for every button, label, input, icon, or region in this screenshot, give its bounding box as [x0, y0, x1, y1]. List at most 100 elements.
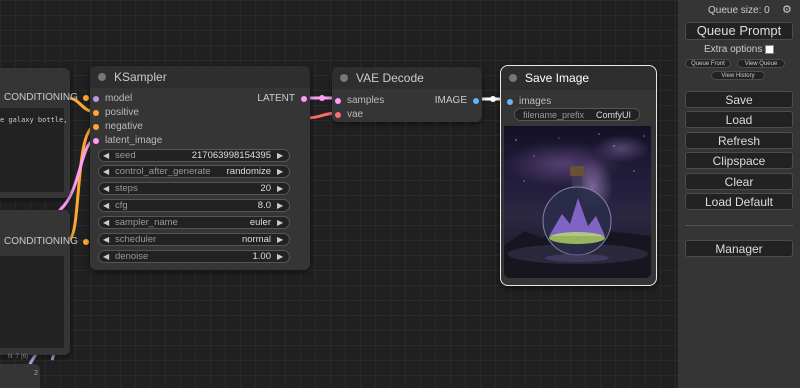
widget-seed[interactable]: ◀ seed 217063998154395 ▶: [98, 149, 290, 162]
ksampler-title: KSampler: [114, 70, 167, 84]
clipspace-button[interactable]: Clipspace: [685, 152, 793, 169]
decrement-arrow-icon[interactable]: ◀: [103, 151, 111, 160]
decrement-arrow-icon[interactable]: ◀: [103, 252, 111, 261]
ksampler-node[interactable]: KSampler model positive negative latent_…: [90, 66, 310, 270]
load-default-button[interactable]: Load Default: [685, 193, 793, 210]
widget-value-sampler: euler: [249, 217, 271, 228]
clip-text-encode-positive-node[interactable]: CONDITIONING e galaxy bottle,: [0, 68, 89, 198]
increment-arrow-icon[interactable]: ▶: [277, 201, 285, 210]
refresh-button[interactable]: Refresh: [685, 132, 793, 149]
settings-gear-icon[interactable]: ⚙: [782, 3, 792, 16]
conditioning-output-label-2: CONDITIONING: [4, 236, 78, 247]
output-label-latent: LATENT: [257, 93, 295, 104]
widget-sampler-name[interactable]: ◀ sampler_name euler ▶: [98, 216, 290, 229]
conditioning-output-slot-2[interactable]: CONDITIONING: [4, 236, 89, 247]
widget-value-seed: 217063998154395: [191, 150, 271, 161]
reroute-dot-image: [490, 96, 496, 102]
input-slot-samples[interactable]: samples: [335, 95, 384, 106]
save-button[interactable]: Save: [685, 91, 793, 108]
queue-side-panel: Queue size: 0 ⚙ Queue Prompt Extra optio…: [678, 0, 800, 388]
input-slot-model[interactable]: model: [93, 93, 132, 104]
view-history-button[interactable]: View History: [711, 71, 765, 80]
input-slot-positive[interactable]: positive: [93, 107, 139, 118]
prompt-textarea[interactable]: e galaxy bottle,: [0, 108, 67, 192]
input-label-model: model: [105, 93, 133, 104]
collapse-dot-icon[interactable]: [340, 74, 348, 82]
save-image-node[interactable]: Save Image images filename_prefix ComfyU…: [500, 65, 657, 286]
output-slot-image[interactable]: IMAGE: [435, 95, 479, 106]
vae-input-dot[interactable]: [335, 111, 341, 118]
widget-value-steps: 20: [260, 183, 271, 194]
decrement-arrow-icon[interactable]: ◀: [103, 218, 111, 227]
latent-output-dot[interactable]: [301, 95, 307, 102]
queue-front-button[interactable]: Queue Front: [685, 59, 731, 68]
filename-prefix-label: filename_prefix: [523, 109, 585, 120]
increment-arrow-icon[interactable]: ▶: [277, 218, 285, 227]
queue-prompt-button[interactable]: Queue Prompt: [685, 22, 793, 40]
clear-button[interactable]: Clear: [685, 173, 793, 190]
extra-options-checkbox[interactable]: [765, 45, 775, 54]
decrement-arrow-icon[interactable]: ◀: [103, 184, 111, 193]
conditioning-output-label: CONDITIONING: [4, 92, 78, 103]
ksampler-title-bar[interactable]: KSampler: [90, 66, 310, 88]
increment-arrow-icon[interactable]: ▶: [277, 235, 285, 244]
conditioning-output-slot[interactable]: CONDITIONING: [4, 92, 89, 103]
vae-decode-title-bar[interactable]: VAE Decode: [332, 67, 482, 89]
prompt-textarea-2[interactable]: [0, 256, 64, 348]
input-slot-latent-image[interactable]: latent_image: [93, 135, 162, 146]
widget-value-scheduler: normal: [241, 234, 271, 245]
decrement-arrow-icon[interactable]: ◀: [103, 201, 111, 210]
node-graph-canvas[interactable]: CONDITIONING e galaxy bottle, CONDITIONI…: [0, 0, 678, 388]
node-bottom-partial[interactable]: 2: [0, 364, 40, 388]
input-label-latent-image: latent_image: [105, 135, 163, 146]
clip-text-encode-negative-node[interactable]: CONDITIONING: [0, 210, 89, 355]
filename-prefix-widget[interactable]: filename_prefix ComfyUI: [514, 108, 640, 121]
widget-control-after-generate[interactable]: ◀ control_after_generate randomize ▶: [98, 165, 290, 178]
vae-decode-node[interactable]: VAE Decode samples vae IMAGE: [332, 67, 482, 122]
view-queue-button[interactable]: View Queue: [737, 59, 785, 68]
bottle-illustration: [504, 133, 651, 278]
node-bottom-number: 2: [34, 370, 38, 377]
widget-scheduler[interactable]: ◀ scheduler normal ▶: [98, 233, 290, 246]
increment-arrow-icon[interactable]: ▶: [277, 167, 285, 176]
panel-divider: [685, 225, 793, 226]
widget-value-cfg: 8.0: [257, 200, 271, 211]
increment-arrow-icon[interactable]: ▶: [277, 184, 285, 193]
reroute-dot-latent: [319, 95, 325, 101]
widget-value-denoise: 1.00: [252, 251, 272, 262]
widget-denoise[interactable]: ◀ denoise 1.00 ▶: [98, 250, 290, 263]
images-input-dot[interactable]: [507, 98, 513, 105]
conditioning-output-dot-2[interactable]: [82, 238, 89, 245]
output-label-image: IMAGE: [434, 95, 467, 106]
input-slot-vae[interactable]: vae: [335, 109, 363, 120]
input-label-images: images: [519, 96, 552, 107]
increment-arrow-icon[interactable]: ▶: [277, 252, 285, 261]
load-button[interactable]: Load: [685, 111, 793, 128]
increment-arrow-icon[interactable]: ▶: [277, 151, 285, 160]
input-label-vae: vae: [347, 109, 364, 120]
latent-image-input-dot[interactable]: [93, 137, 99, 144]
input-slot-images[interactable]: images: [507, 96, 551, 107]
decrement-arrow-icon[interactable]: ◀: [103, 235, 111, 244]
samples-input-dot[interactable]: [335, 97, 341, 104]
save-image-title-bar[interactable]: Save Image: [501, 66, 656, 90]
widget-cfg[interactable]: ◀ cfg 8.0 ▶: [98, 199, 290, 212]
input-label-samples: samples: [347, 95, 385, 106]
manager-button[interactable]: Manager: [685, 240, 793, 257]
collapse-dot-icon[interactable]: [98, 73, 106, 81]
decrement-arrow-icon[interactable]: ◀: [103, 167, 111, 176]
widget-steps[interactable]: ◀ steps 20 ▶: [98, 182, 290, 195]
save-image-title: Save Image: [525, 71, 590, 85]
negative-input-dot[interactable]: [93, 123, 99, 130]
widget-label-scheduler: scheduler: [115, 234, 157, 245]
output-slot-latent[interactable]: LATENT: [257, 93, 307, 104]
model-input-dot[interactable]: [93, 95, 99, 102]
widget-label-control: control_after_generate: [115, 166, 211, 177]
input-slot-negative[interactable]: negative: [93, 121, 143, 132]
widget-label-steps: steps: [115, 183, 138, 194]
positive-input-dot[interactable]: [93, 109, 99, 116]
collapse-dot-icon[interactable]: [509, 74, 517, 82]
conditioning-output-dot[interactable]: [82, 94, 89, 101]
image-output-dot[interactable]: [473, 97, 479, 104]
extra-options-label: Extra options: [704, 44, 763, 55]
